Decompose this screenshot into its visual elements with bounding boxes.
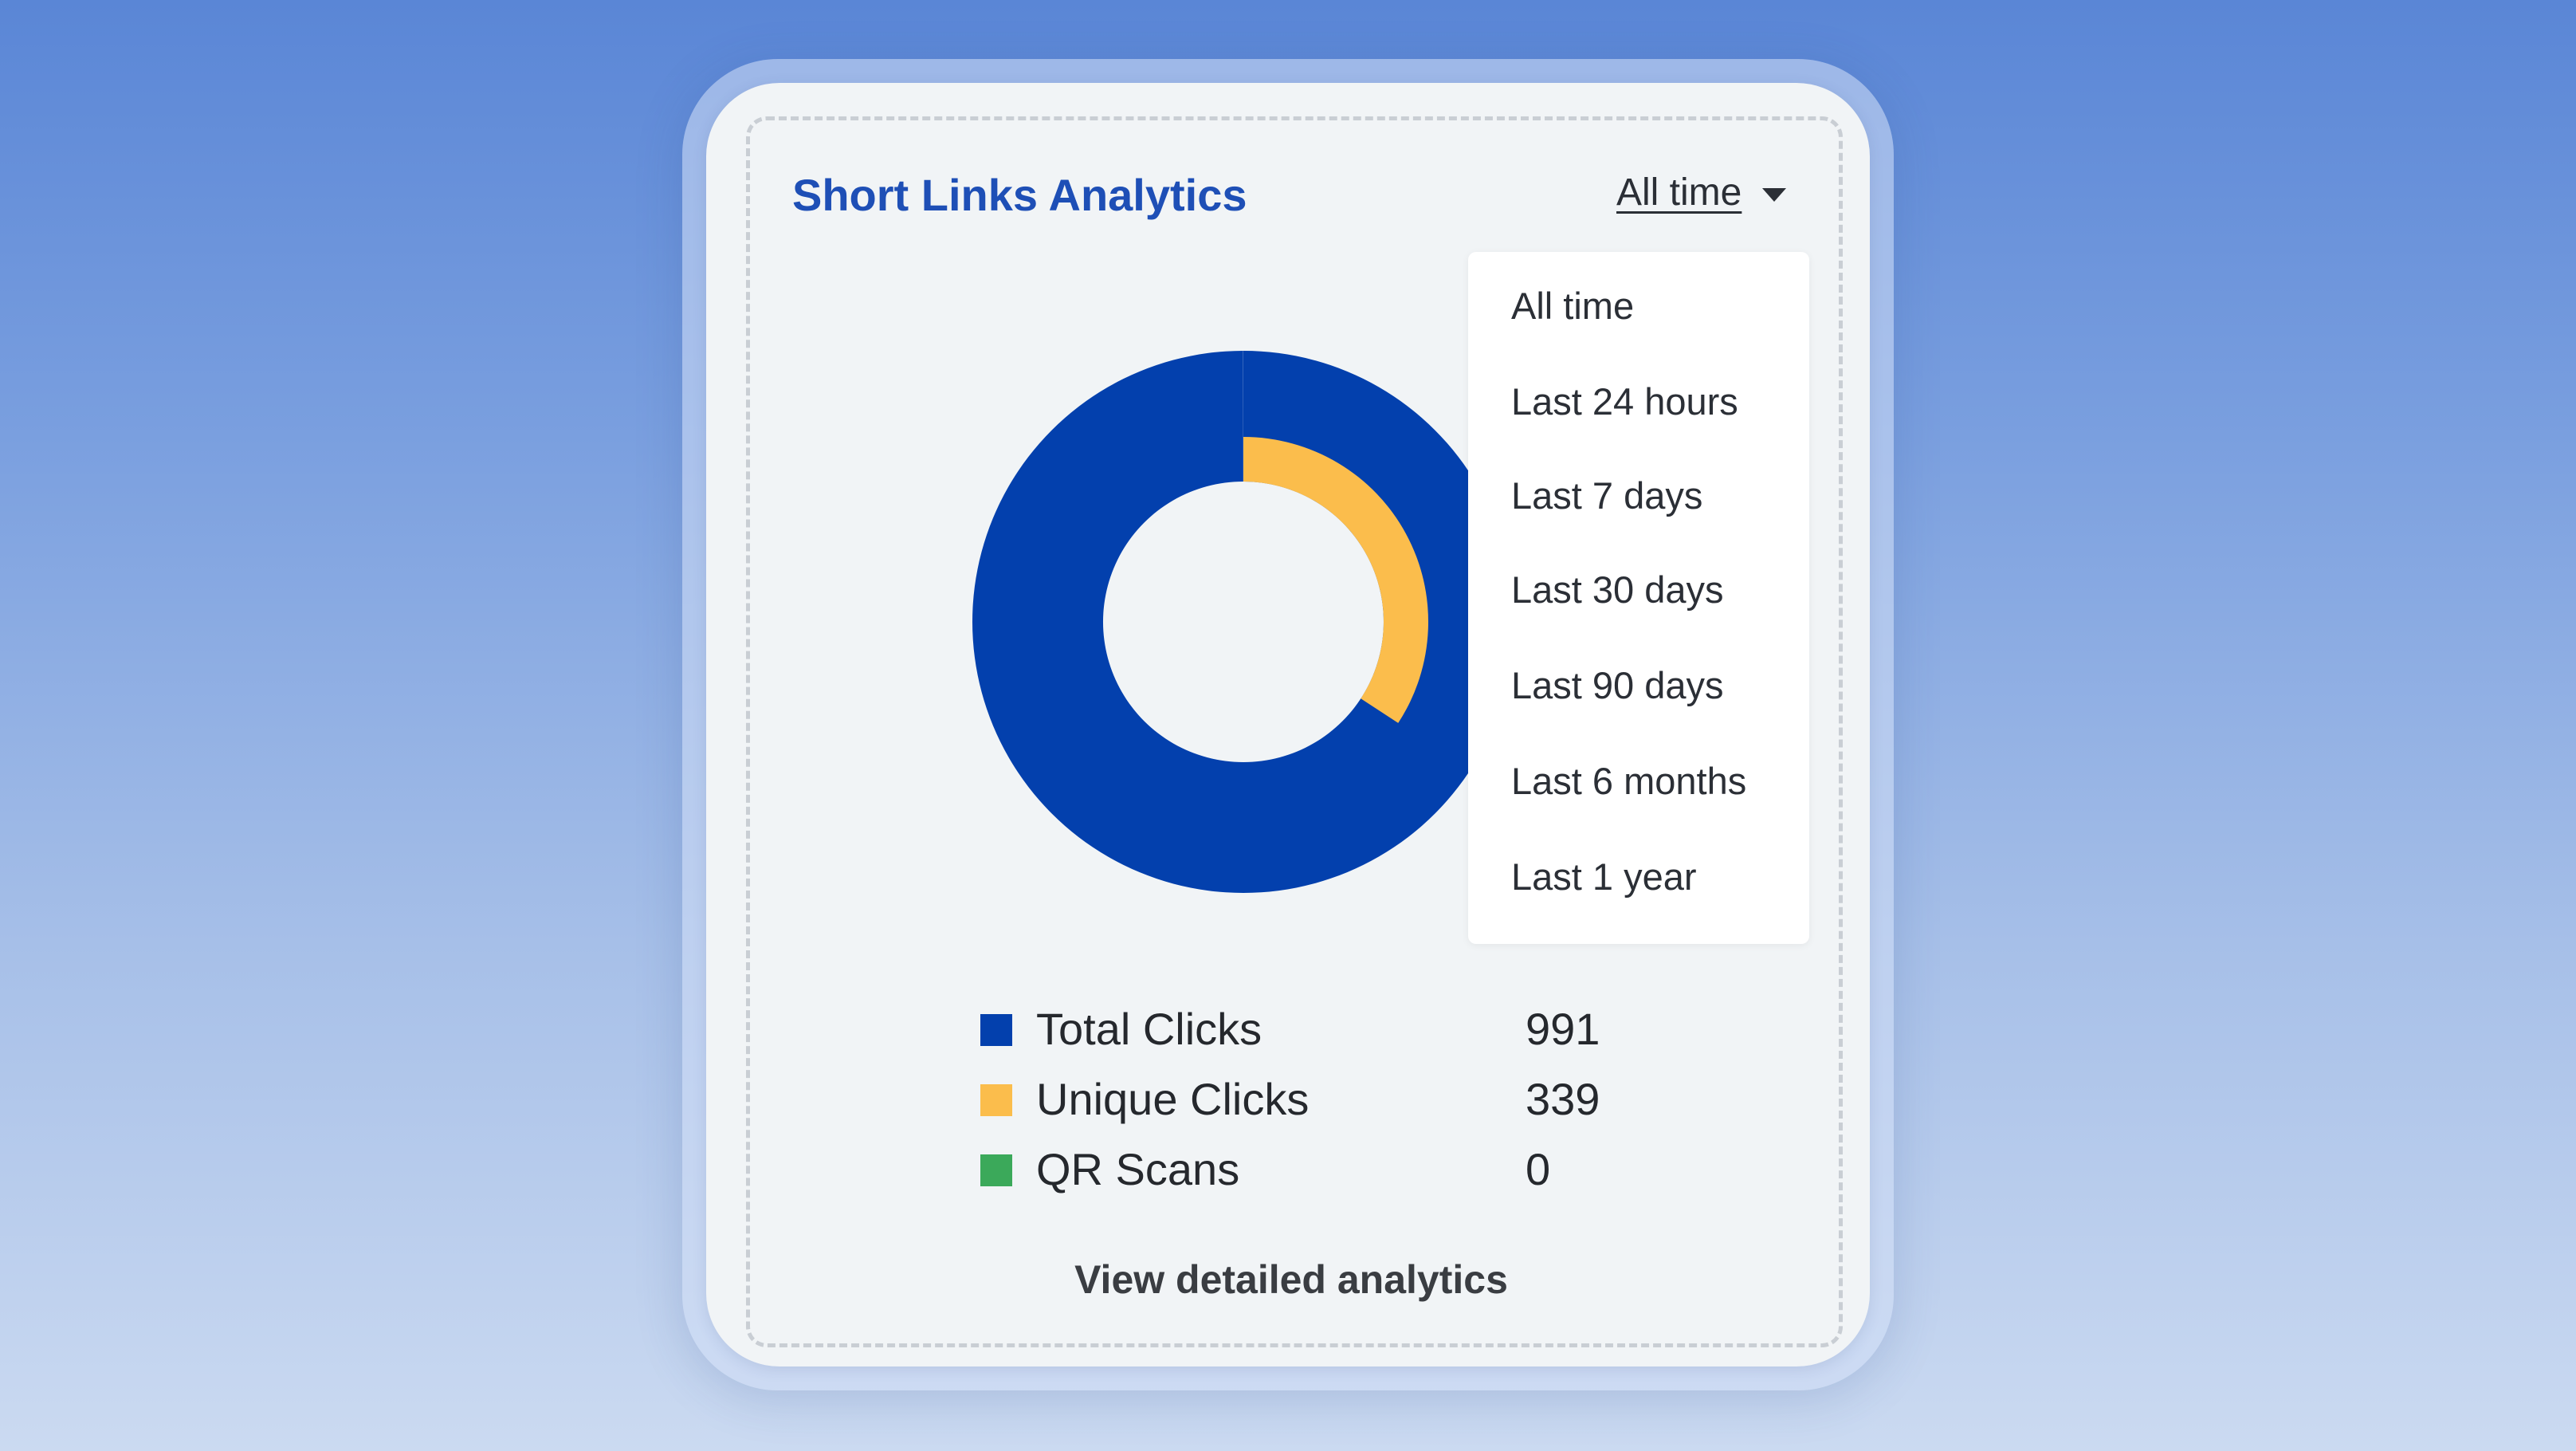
- legend-label: Total Clicks: [1036, 1004, 1262, 1054]
- period-option-last-90-days[interactable]: Last 90 days: [1511, 663, 1724, 707]
- view-detailed-analytics-link[interactable]: View detailed analytics: [893, 1256, 1690, 1303]
- period-selected-label: All time: [1616, 171, 1742, 214]
- legend-label: QR Scans: [1036, 1144, 1240, 1194]
- period-option-last-7-days[interactable]: Last 7 days: [1511, 474, 1702, 517]
- period-option-last-30-days[interactable]: Last 30 days: [1511, 568, 1724, 611]
- donut-segment-total-clicks: [972, 351, 1514, 893]
- legend-swatch-total-clicks: [980, 1014, 1012, 1046]
- legend-item-qr-scans: QR Scans 0: [980, 1134, 1698, 1204]
- legend-swatch-unique-clicks: [980, 1084, 1012, 1116]
- legend-item-unique-clicks: Unique Clicks 339: [980, 1064, 1698, 1134]
- legend-value: 339: [1526, 1074, 1600, 1124]
- chart-legend: Total Clicks 991 Unique Clicks 339 QR Sc…: [980, 993, 1698, 1204]
- legend-value: 991: [1526, 1004, 1600, 1054]
- legend-swatch-qr-scans: [980, 1154, 1012, 1186]
- period-dropdown-toggle[interactable]: All time: [1616, 171, 1787, 214]
- donut-chart: [972, 351, 1514, 893]
- card-title: Short Links Analytics: [792, 170, 1247, 220]
- legend-label: Unique Clicks: [1036, 1074, 1310, 1124]
- caret-down-icon: [1762, 188, 1787, 202]
- legend-value: 0: [1526, 1144, 1551, 1194]
- period-option-all-time[interactable]: All time: [1511, 284, 1634, 328]
- period-dropdown-menu: All time Last 24 hours Last 7 days Last …: [1468, 252, 1809, 944]
- period-option-last-24-hours[interactable]: Last 24 hours: [1511, 379, 1738, 423]
- period-option-last-1-year[interactable]: Last 1 year: [1511, 855, 1697, 899]
- legend-item-total-clicks: Total Clicks 991: [980, 993, 1698, 1064]
- period-option-last-6-months[interactable]: Last 6 months: [1511, 759, 1746, 803]
